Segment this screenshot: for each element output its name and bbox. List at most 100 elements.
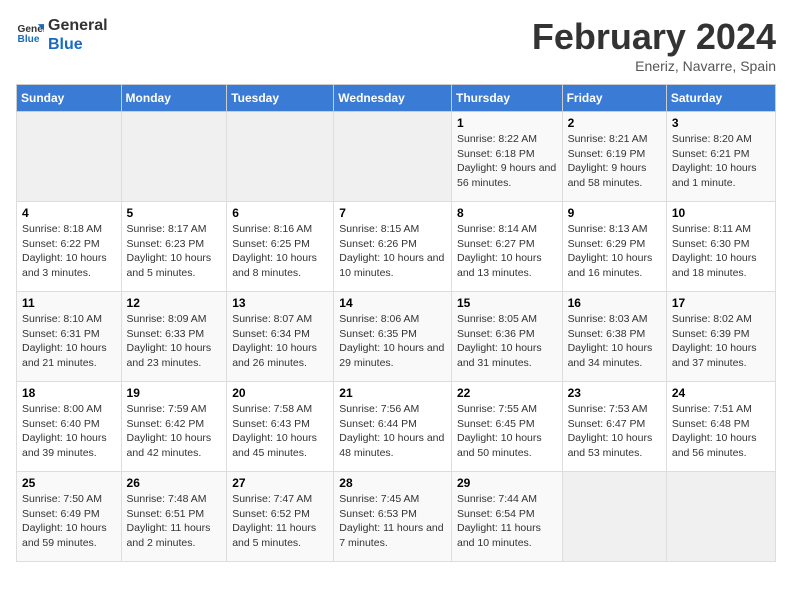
title-block: February 2024 Eneriz, Navarre, Spain (532, 16, 776, 74)
day-info: Sunrise: 7:51 AMSunset: 6:48 PMDaylight:… (672, 402, 770, 461)
logo-blue: Blue (48, 35, 108, 54)
day-number: 2 (568, 116, 661, 130)
day-info: Sunrise: 8:16 AMSunset: 6:25 PMDaylight:… (232, 222, 328, 281)
day-number: 25 (22, 476, 116, 490)
weekday-header-tuesday: Tuesday (227, 85, 334, 112)
calendar-cell: 11Sunrise: 8:10 AMSunset: 6:31 PMDayligh… (17, 292, 122, 382)
logo: General Blue General Blue (16, 16, 108, 54)
calendar-cell (17, 112, 122, 202)
day-info: Sunrise: 8:15 AMSunset: 6:26 PMDaylight:… (339, 222, 446, 281)
weekday-header-saturday: Saturday (666, 85, 775, 112)
day-info: Sunrise: 8:10 AMSunset: 6:31 PMDaylight:… (22, 312, 116, 371)
day-info: Sunrise: 7:56 AMSunset: 6:44 PMDaylight:… (339, 402, 446, 461)
day-info: Sunrise: 8:00 AMSunset: 6:40 PMDaylight:… (22, 402, 116, 461)
day-number: 22 (457, 386, 557, 400)
calendar-cell (227, 112, 334, 202)
calendar-cell: 12 Sunrise: 8:09 AMSunset: 6:33 PMDayligh… (121, 292, 227, 382)
day-number: 19 (127, 386, 222, 400)
calendar-cell: 13 Sunrise: 8:07 AMSunset: 6:34 PMDayligh… (227, 292, 334, 382)
day-info: Sunrise: 8:03 AMSunset: 6:38 PMDaylight:… (568, 312, 661, 371)
page-header: General Blue General Blue February 2024 … (16, 16, 776, 74)
week-row-3: 11Sunrise: 8:10 AMSunset: 6:31 PMDayligh… (17, 292, 776, 382)
weekday-header-thursday: Thursday (451, 85, 562, 112)
month-title: February 2024 (532, 16, 776, 58)
day-number: 20 (232, 386, 328, 400)
day-number: 18 (22, 386, 116, 400)
day-info: Sunrise: 7:59 AMSunset: 6:42 PMDaylight:… (127, 402, 222, 461)
calendar-cell: 9 Sunrise: 8:13 AMSunset: 6:29 PMDaylight… (562, 202, 666, 292)
calendar-cell: 26 Sunrise: 7:48 AMSunset: 6:51 PMDayligh… (121, 472, 227, 562)
day-number: 15 (457, 296, 557, 310)
day-info: Sunrise: 8:13 AMSunset: 6:29 PMDaylight:… (568, 222, 661, 281)
logo-general: General (48, 16, 108, 35)
weekday-header-monday: Monday (121, 85, 227, 112)
day-number: 17 (672, 296, 770, 310)
calendar-cell: 1 Sunrise: 8:22 AMSunset: 6:18 PMDaylight… (451, 112, 562, 202)
weekday-header-friday: Friday (562, 85, 666, 112)
day-info: Sunrise: 8:05 AMSunset: 6:36 PMDaylight:… (457, 312, 557, 371)
day-number: 10 (672, 206, 770, 220)
day-info: Sunrise: 7:58 AMSunset: 6:43 PMDaylight:… (232, 402, 328, 461)
day-info: Sunrise: 7:48 AMSunset: 6:51 PMDaylight:… (127, 492, 222, 551)
day-info: Sunrise: 7:47 AMSunset: 6:52 PMDaylight:… (232, 492, 328, 551)
calendar-cell: 28Sunrise: 7:45 AMSunset: 6:53 PMDayligh… (334, 472, 452, 562)
day-info: Sunrise: 8:11 AMSunset: 6:30 PMDaylight:… (672, 222, 770, 281)
calendar-cell (334, 112, 452, 202)
day-number: 8 (457, 206, 557, 220)
day-info: Sunrise: 8:02 AMSunset: 6:39 PMDaylight:… (672, 312, 770, 371)
day-info: Sunrise: 8:07 AMSunset: 6:34 PMDaylight:… (232, 312, 328, 371)
calendar-cell (121, 112, 227, 202)
day-number: 26 (127, 476, 222, 490)
day-number: 23 (568, 386, 661, 400)
day-number: 28 (339, 476, 446, 490)
day-number: 14 (339, 296, 446, 310)
day-info: Sunrise: 8:06 AMSunset: 6:35 PMDaylight:… (339, 312, 446, 371)
calendar-cell (666, 472, 775, 562)
day-number: 1 (457, 116, 557, 130)
calendar-body: 1 Sunrise: 8:22 AMSunset: 6:18 PMDaylight… (17, 112, 776, 562)
calendar-cell: 18 Sunrise: 8:00 AMSunset: 6:40 PMDayligh… (17, 382, 122, 472)
calendar-table: SundayMondayTuesdayWednesdayThursdayFrid… (16, 84, 776, 562)
calendar-cell: 16 Sunrise: 8:03 AMSunset: 6:38 PMDayligh… (562, 292, 666, 382)
calendar-cell: 22 Sunrise: 7:55 AMSunset: 6:45 PMDayligh… (451, 382, 562, 472)
day-info: Sunrise: 8:21 AMSunset: 6:19 PMDaylight:… (568, 132, 661, 191)
day-number: 29 (457, 476, 557, 490)
calendar-cell: 24Sunrise: 7:51 AMSunset: 6:48 PMDayligh… (666, 382, 775, 472)
calendar-cell: 2 Sunrise: 8:21 AMSunset: 6:19 PMDaylight… (562, 112, 666, 202)
weekday-header-wednesday: Wednesday (334, 85, 452, 112)
week-row-1: 1 Sunrise: 8:22 AMSunset: 6:18 PMDaylight… (17, 112, 776, 202)
day-number: 12 (127, 296, 222, 310)
calendar-cell: 3 Sunrise: 8:20 AMSunset: 6:21 PMDaylight… (666, 112, 775, 202)
day-number: 9 (568, 206, 661, 220)
week-row-4: 18 Sunrise: 8:00 AMSunset: 6:40 PMDayligh… (17, 382, 776, 472)
day-number: 16 (568, 296, 661, 310)
day-info: Sunrise: 8:22 AMSunset: 6:18 PMDaylight:… (457, 132, 557, 191)
calendar-cell: 15 Sunrise: 8:05 AMSunset: 6:36 PMDayligh… (451, 292, 562, 382)
day-number: 27 (232, 476, 328, 490)
logo-icon: General Blue (16, 21, 44, 49)
calendar-header: SundayMondayTuesdayWednesdayThursdayFrid… (17, 85, 776, 112)
calendar-cell: 14 Sunrise: 8:06 AMSunset: 6:35 PMDayligh… (334, 292, 452, 382)
day-number: 13 (232, 296, 328, 310)
day-number: 7 (339, 206, 446, 220)
day-number: 6 (232, 206, 328, 220)
day-info: Sunrise: 8:09 AMSunset: 6:33 PMDaylight:… (127, 312, 222, 371)
calendar-cell (562, 472, 666, 562)
day-number: 4 (22, 206, 116, 220)
day-info: Sunrise: 7:55 AMSunset: 6:45 PMDaylight:… (457, 402, 557, 461)
day-number: 21 (339, 386, 446, 400)
calendar-cell: 6 Sunrise: 8:16 AMSunset: 6:25 PMDaylight… (227, 202, 334, 292)
calendar-cell: 5Sunrise: 8:17 AMSunset: 6:23 PMDaylight… (121, 202, 227, 292)
day-info: Sunrise: 8:14 AMSunset: 6:27 PMDaylight:… (457, 222, 557, 281)
location: Eneriz, Navarre, Spain (532, 58, 776, 74)
day-number: 5 (127, 206, 222, 220)
day-info: Sunrise: 8:20 AMSunset: 6:21 PMDaylight:… (672, 132, 770, 191)
day-info: Sunrise: 7:44 AMSunset: 6:54 PMDaylight:… (457, 492, 557, 551)
calendar-cell: 23 Sunrise: 7:53 AMSunset: 6:47 PMDayligh… (562, 382, 666, 472)
weekday-header-sunday: Sunday (17, 85, 122, 112)
calendar-cell: 27 Sunrise: 7:47 AMSunset: 6:52 PMDayligh… (227, 472, 334, 562)
calendar-cell: 21 Sunrise: 7:56 AMSunset: 6:44 PMDayligh… (334, 382, 452, 472)
day-info: Sunrise: 7:53 AMSunset: 6:47 PMDaylight:… (568, 402, 661, 461)
day-number: 3 (672, 116, 770, 130)
calendar-cell: 25Sunrise: 7:50 AMSunset: 6:49 PMDayligh… (17, 472, 122, 562)
